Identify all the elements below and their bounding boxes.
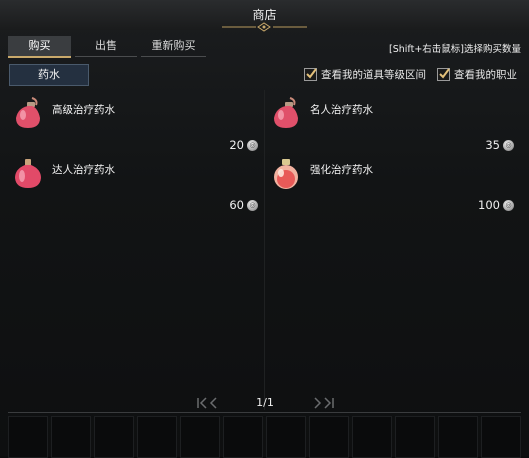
coin-icon: ◎ xyxy=(247,199,258,211)
divider xyxy=(8,412,521,413)
item-price: 20 ◎ xyxy=(229,138,258,152)
quantity-hint: [Shift+右击鼠标]选择购买数量 xyxy=(389,44,521,55)
slot[interactable] xyxy=(8,416,48,458)
coin-icon: ◎ xyxy=(503,139,514,151)
item-level-checkbox[interactable] xyxy=(304,67,317,81)
checkmark-icon xyxy=(439,67,450,79)
red-potion-icon xyxy=(274,97,298,128)
slot[interactable] xyxy=(309,416,349,458)
first-page-icon[interactable] xyxy=(195,396,221,410)
price-value: 60 xyxy=(229,198,244,212)
slot[interactable] xyxy=(180,416,220,458)
my-class-checkbox[interactable] xyxy=(437,67,450,81)
slot[interactable] xyxy=(223,416,263,458)
item-price: 100 ◎ xyxy=(478,198,514,212)
item-price: 60 ◎ xyxy=(229,198,258,212)
price-value: 20 xyxy=(229,138,244,152)
category-potion-button[interactable]: 药水 xyxy=(9,64,89,86)
slot[interactable] xyxy=(137,416,177,458)
window-title: 商店 xyxy=(252,8,277,22)
page-indicator: 1/1 xyxy=(256,396,274,409)
shop-window: 商店 购买 出售 重新购买 [Shift+右击鼠标]选择购买数量 药水 查看我的… xyxy=(0,0,529,458)
coin-icon: ◎ xyxy=(247,139,258,151)
shop-item[interactable]: 达人治疗药水 60 ◎ xyxy=(8,152,264,212)
slot[interactable] xyxy=(352,416,392,458)
item-name: 达人治疗药水 xyxy=(52,164,115,176)
price-value: 100 xyxy=(478,198,500,212)
pagination: 1/1 xyxy=(0,392,529,414)
filter-my-class[interactable]: 查看我的职业 xyxy=(437,67,517,81)
slot[interactable] xyxy=(395,416,435,458)
item-name: 高级治疗药水 xyxy=(52,104,115,116)
slot[interactable] xyxy=(481,416,521,458)
title-bar: 商店 xyxy=(0,0,529,32)
coin-icon: ◎ xyxy=(503,199,514,211)
filter-item-level[interactable]: 查看我的道具等级区间 xyxy=(304,67,426,81)
last-page-icon[interactable] xyxy=(310,396,336,410)
item-level-label: 查看我的道具等级区间 xyxy=(321,68,426,81)
slot[interactable] xyxy=(51,416,91,458)
round-potion-icon xyxy=(274,159,298,189)
red-potion-icon xyxy=(16,97,40,128)
checkmark-icon xyxy=(306,67,317,79)
slot[interactable] xyxy=(266,416,306,458)
tab-buy[interactable]: 购买 xyxy=(8,36,71,58)
tab-sell[interactable]: 出售 xyxy=(75,36,137,57)
tab-rebuy[interactable]: 重新购买 xyxy=(141,36,206,57)
my-class-label: 查看我的职业 xyxy=(454,68,517,81)
slot[interactable] xyxy=(438,416,478,458)
title-ornament-icon xyxy=(222,22,307,32)
slot[interactable] xyxy=(94,416,134,458)
shop-item[interactable]: 名人治疗药水 35 ◎ xyxy=(266,92,520,152)
price-value: 35 xyxy=(485,138,500,152)
grid-divider xyxy=(264,90,265,410)
item-name: 名人治疗药水 xyxy=(310,104,373,116)
shop-item[interactable]: 高级治疗药水 20 ◎ xyxy=(8,92,264,152)
item-price: 35 ◎ xyxy=(485,138,514,152)
shop-item[interactable]: 强化治疗药水 100 ◎ xyxy=(266,152,520,212)
red-potion-icon xyxy=(15,159,41,188)
item-name: 强化治疗药水 xyxy=(310,164,373,176)
inventory-slots xyxy=(8,416,521,458)
